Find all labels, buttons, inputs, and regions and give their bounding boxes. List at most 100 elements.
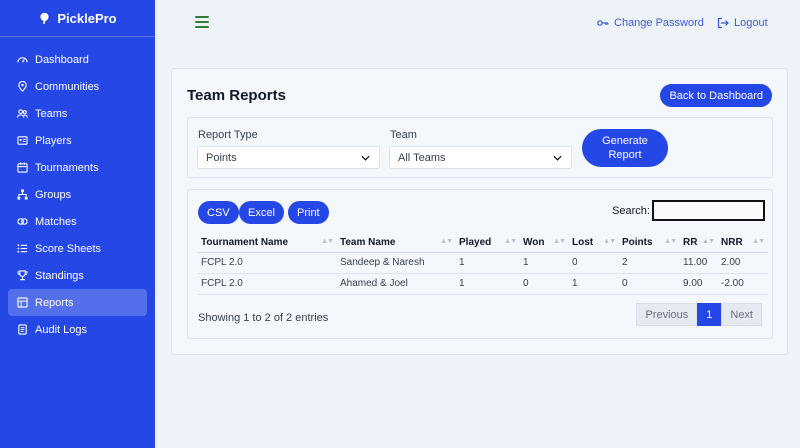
next-page-button[interactable]: Next xyxy=(721,303,762,326)
sidebar-item-teams[interactable]: Teams xyxy=(8,100,147,127)
sidebar-nav: Dashboard Communities Teams Players Tour… xyxy=(0,37,155,343)
cell-tournament: FCPL 2.0 xyxy=(198,252,337,274)
sidebar-item-label: Reports xyxy=(35,296,74,309)
sidebar-item-reports[interactable]: Reports xyxy=(8,289,147,316)
column-header-team-name[interactable]: Team Name ▲▼ xyxy=(337,233,456,253)
reports-card: Team Reports Back to Dashboard Report Ty… xyxy=(171,68,788,355)
generate-label-line2: Report xyxy=(608,149,642,161)
table-header-row: Tournament Name ▲▼ Team Name ▲▼ Played ▲▼ W… xyxy=(198,233,768,253)
column-header-played[interactable]: Played ▲▼ xyxy=(456,233,520,253)
sidebar-item-tournaments[interactable]: Tournaments xyxy=(8,154,147,181)
team-select[interactable]: All Teams xyxy=(389,146,572,169)
sort-icon: ▲▼ xyxy=(553,238,566,245)
team-label: Team xyxy=(390,129,417,141)
generate-report-button[interactable]: Generate Report xyxy=(582,129,668,167)
pickleball-logo-icon xyxy=(40,12,49,24)
sidebar-item-label: Groups xyxy=(35,188,72,201)
column-label: Lost xyxy=(572,236,594,248)
change-password-link[interactable]: Change Password xyxy=(597,17,704,29)
cell-played: 1 xyxy=(456,273,520,295)
generate-label-line1: Generate xyxy=(602,135,648,147)
sidebar-item-label: Audit Logs xyxy=(35,323,87,336)
search-input[interactable] xyxy=(652,200,765,221)
sidebar-item-groups[interactable]: Groups xyxy=(8,181,147,208)
previous-page-button[interactable]: Previous xyxy=(636,303,698,326)
column-header-nrr[interactable]: NRR ▲▼ xyxy=(718,233,768,253)
sidebar-item-players[interactable]: Players xyxy=(8,127,147,154)
cell-rr: 11.00 xyxy=(680,252,718,274)
page-title: Team Reports xyxy=(187,87,286,104)
cell-rr: 9.00 xyxy=(680,273,718,295)
column-header-lost[interactable]: Lost ▲▼ xyxy=(569,233,619,253)
key-icon xyxy=(597,20,609,26)
logout-link[interactable]: Logout xyxy=(717,17,768,29)
users-icon xyxy=(17,109,28,118)
column-header-tournament-name[interactable]: Tournament Name ▲▼ xyxy=(198,233,337,253)
sort-icon: ▲▼ xyxy=(440,238,453,245)
cell-won: 0 xyxy=(520,273,569,295)
column-label: NRR xyxy=(721,236,743,248)
matches-icon xyxy=(17,218,28,225)
sidebar-item-matches[interactable]: Matches xyxy=(8,208,147,235)
report-type-select[interactable]: Points xyxy=(197,146,380,169)
report-filters: Report Type Points Team All Teams Genera… xyxy=(187,117,773,178)
chevron-down-icon xyxy=(361,155,370,161)
cell-team: Sandeep & Naresh xyxy=(337,252,456,274)
table-row: FCPL 2.0 Ahamed & Joel 1 0 1 0 9.00 -2.0… xyxy=(198,273,768,295)
table-row: FCPL 2.0 Sandeep & Naresh 1 1 0 2 11.00 … xyxy=(198,252,768,274)
brand-name: PicklePro xyxy=(57,10,117,26)
cell-points: 2 xyxy=(619,252,680,274)
back-to-dashboard-button[interactable]: Back to Dashboard xyxy=(660,84,772,107)
print-button[interactable]: Print xyxy=(288,201,329,224)
map-pin-icon xyxy=(18,81,27,92)
sidebar-item-dashboard[interactable]: Dashboard xyxy=(8,46,147,73)
column-label: RR xyxy=(683,236,698,248)
change-password-label: Change Password xyxy=(614,17,704,29)
cell-points: 0 xyxy=(619,273,680,295)
chevron-down-icon xyxy=(553,155,562,161)
sort-icon: ▲▼ xyxy=(752,238,765,245)
id-card-icon xyxy=(17,136,28,145)
excel-export-button[interactable]: Excel xyxy=(239,201,284,224)
csv-export-button[interactable]: CSV xyxy=(198,201,239,224)
sidebar-item-label: Teams xyxy=(35,107,68,120)
pagination: Previous 1 Next xyxy=(636,303,762,326)
sidebar-item-label: Dashboard xyxy=(35,53,89,66)
sidebar: PicklePro Dashboard Communities Teams Pl… xyxy=(0,0,155,448)
sidebar-item-label: Communities xyxy=(35,80,100,93)
report-table-panel: CSV Excel Print Search: Tournament Name ▲… xyxy=(187,189,773,339)
entries-info: Showing 1 to 2 of 2 entries xyxy=(198,312,329,324)
column-label: Tournament Name xyxy=(201,236,289,248)
cell-lost: 0 xyxy=(569,252,619,274)
brand[interactable]: PicklePro xyxy=(0,0,155,37)
column-label: Played xyxy=(459,236,492,248)
cell-team: Ahamed & Joel xyxy=(337,273,456,295)
column-header-points[interactable]: Points ▲▼ xyxy=(619,233,680,253)
sidebar-item-score-sheets[interactable]: Score Sheets xyxy=(8,235,147,262)
report-type-value: Points xyxy=(206,151,237,164)
team-report-table: Tournament Name ▲▼ Team Name ▲▼ Played ▲▼ W… xyxy=(198,233,768,295)
log-icon xyxy=(18,324,27,335)
top-bar: Change Password Logout xyxy=(155,0,800,50)
column-label: Won xyxy=(523,236,545,248)
sidebar-item-standings[interactable]: Standings xyxy=(8,262,147,289)
sidebar-item-communities[interactable]: Communities xyxy=(8,73,147,100)
cell-nrr: 2.00 xyxy=(718,252,768,274)
team-value: All Teams xyxy=(398,151,446,164)
sidebar-item-label: Standings xyxy=(35,269,84,282)
sort-icon: ▲▼ xyxy=(603,238,616,245)
report-icon xyxy=(17,297,28,308)
column-header-won[interactable]: Won ▲▼ xyxy=(520,233,569,253)
sidebar-item-label: Matches xyxy=(35,215,77,228)
menu-toggle-icon[interactable] xyxy=(195,16,209,30)
hierarchy-icon xyxy=(17,189,28,200)
sidebar-item-audit-logs[interactable]: Audit Logs xyxy=(8,316,147,343)
column-header-rr[interactable]: RR ▲▼ xyxy=(680,233,718,253)
cell-played: 1 xyxy=(456,252,520,274)
trophy-icon xyxy=(17,270,28,281)
column-label: Points xyxy=(622,236,653,248)
cell-lost: 1 xyxy=(569,273,619,295)
page-1-button[interactable]: 1 xyxy=(697,303,722,326)
calendar-icon xyxy=(17,162,28,173)
cell-won: 1 xyxy=(520,252,569,274)
